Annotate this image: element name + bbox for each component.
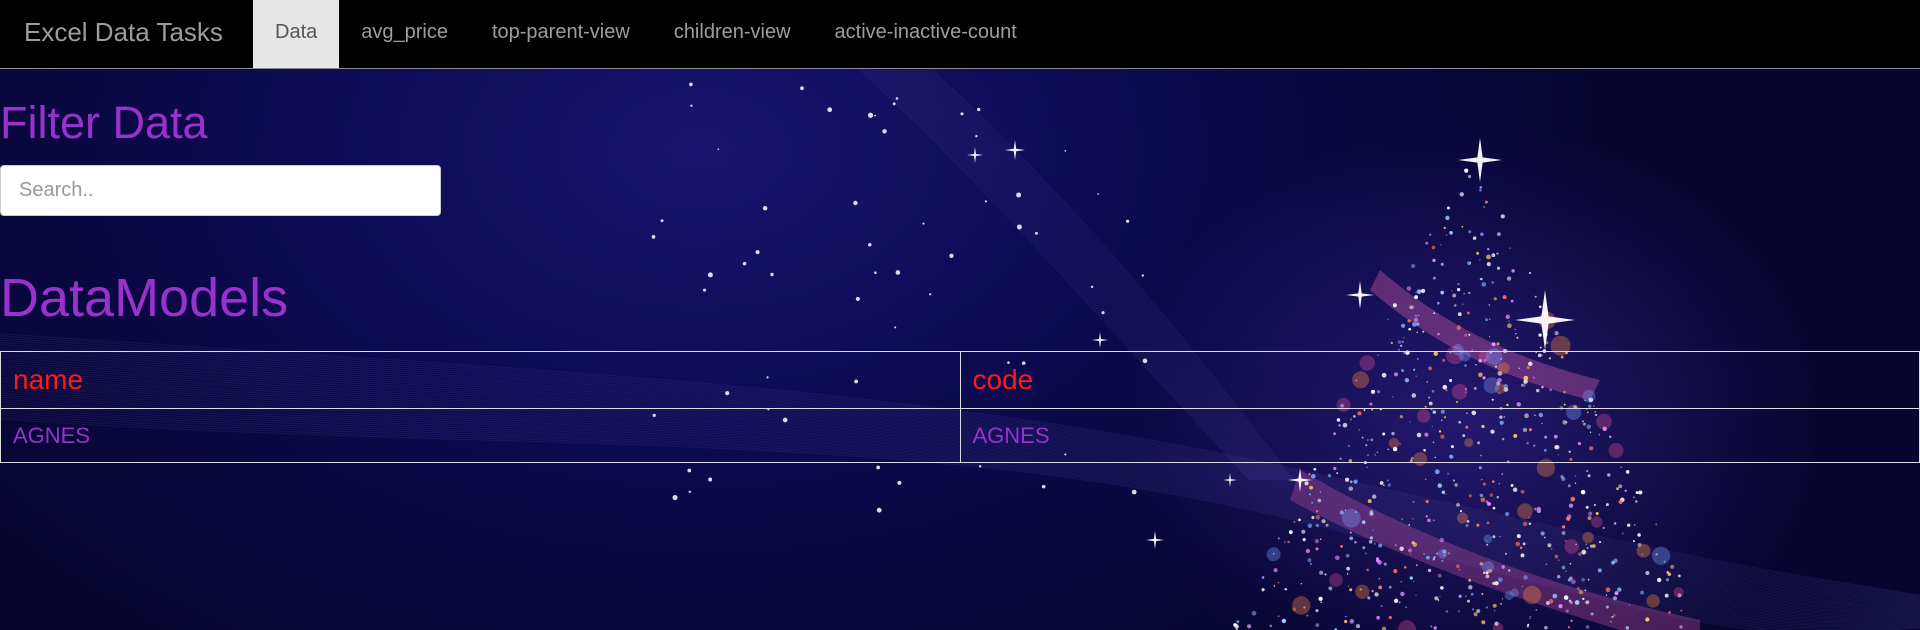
tab-data[interactable]: Data <box>253 0 340 68</box>
cell-code: AGNES <box>959 408 1920 463</box>
tab-children-view[interactable]: children-view <box>652 0 813 68</box>
filter-heading: Filter Data <box>0 97 208 148</box>
navbar-brand[interactable]: Excel Data Tasks <box>24 0 223 68</box>
column-header-code: code <box>959 351 1920 409</box>
table-header-row: name code <box>0 351 1920 409</box>
table-row: AGNES AGNES <box>0 408 1920 463</box>
tab-active-inactive-count[interactable]: active-inactive-count <box>813 0 1039 68</box>
column-header-name: name <box>0 351 961 409</box>
tab-top-parent-view[interactable]: top-parent-view <box>470 0 652 68</box>
datamodels-heading: DataModels <box>0 268 289 328</box>
cell-name: AGNES <box>0 408 961 463</box>
tab-avg-price[interactable]: avg_price <box>339 0 470 68</box>
datamodels-table: name code AGNES AGNES <box>0 351 1920 463</box>
search-input[interactable] <box>0 165 441 216</box>
nav-tabs: Data avg_price top-parent-view children-… <box>253 0 1039 68</box>
top-navbar: Excel Data Tasks Data avg_price top-pare… <box>0 0 1920 69</box>
